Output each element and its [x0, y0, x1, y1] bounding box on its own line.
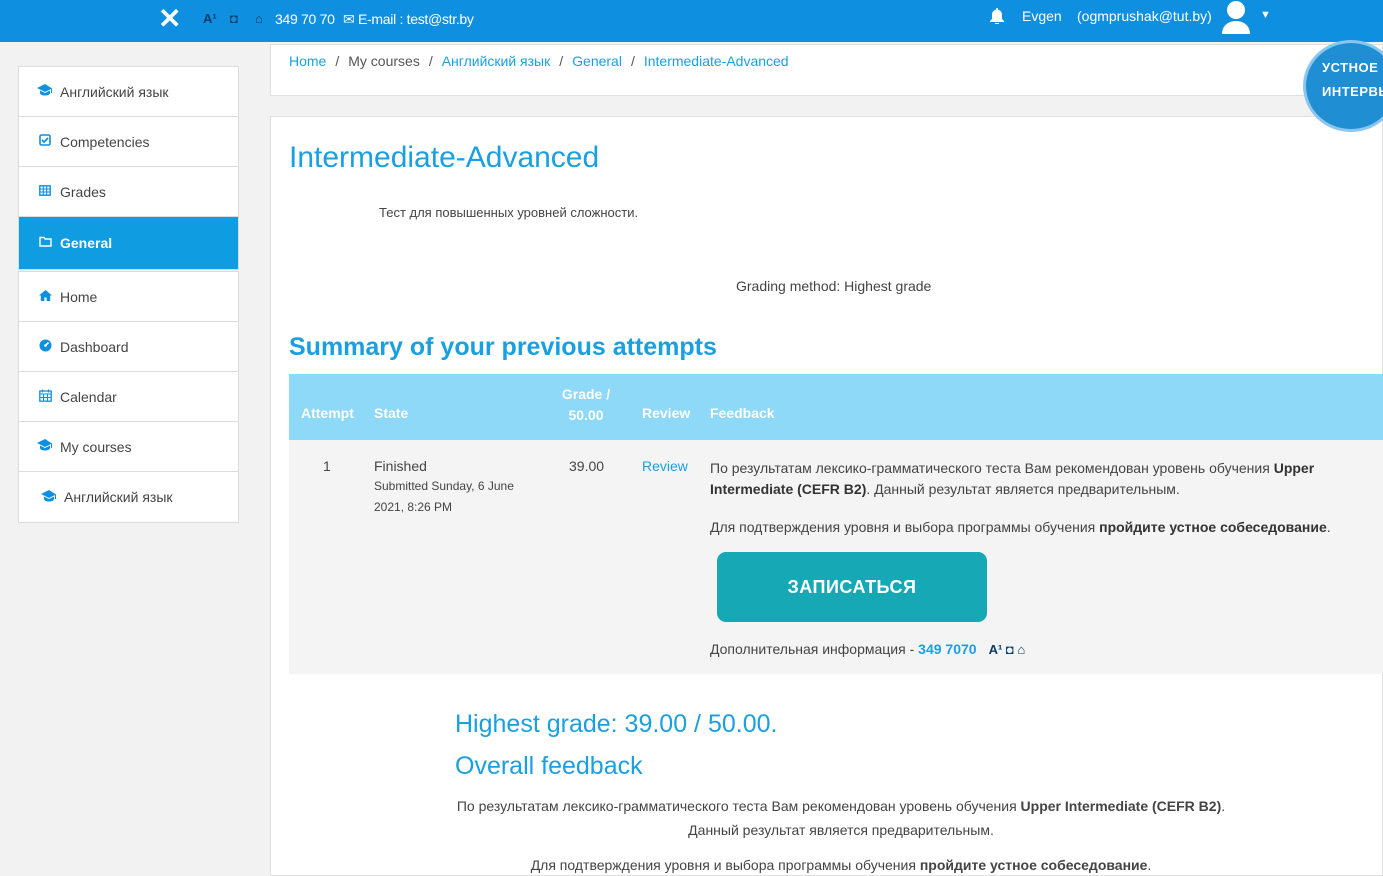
- overall-feedback-text: По результатам лексико-грамматического т…: [456, 798, 1226, 838]
- more-info-phone[interactable]: 349 7070: [918, 641, 976, 657]
- accessibility-image-icon[interactable]: ⌂: [255, 11, 263, 26]
- quiz-intro: Тест для повышенных уровней сложности.: [379, 205, 639, 220]
- table-icon: [37, 184, 53, 199]
- header-state: State: [374, 405, 409, 421]
- sidebar-item-label: Calendar: [60, 388, 117, 405]
- header-attempt: Attempt: [301, 405, 354, 421]
- breadcrumb-section[interactable]: General: [572, 53, 622, 69]
- sidebar-item-label: Competencies: [60, 133, 150, 150]
- sidebar-item-my-courses[interactable]: My courses: [19, 422, 238, 472]
- sidebar-item-course[interactable]: Английский язык: [19, 67, 238, 117]
- breadcrumb-card: Home / My courses / Английский язык / General /…: [270, 44, 1383, 96]
- sidebar-item-general[interactable]: General: [19, 217, 238, 269]
- sidebar-item-label: Английский язык: [60, 83, 169, 100]
- sidebar-course-nav: Английский язык Competencies Grades Gene…: [18, 66, 239, 270]
- overall-feedback-text-2: Для подтверждения уровня и выбора програ…: [530, 857, 1152, 873]
- sidebar-item-label: My courses: [60, 438, 132, 455]
- accessibility-font-icon[interactable]: A¹: [203, 11, 217, 26]
- sidebar-item-label: Английский язык: [64, 489, 173, 505]
- cell-attempt: 1: [323, 458, 331, 474]
- review-link[interactable]: Review: [642, 458, 688, 474]
- home-icon: [37, 289, 53, 304]
- submitted-date: Submitted Sunday, 6 June 2021, 8:26 PM: [374, 479, 514, 514]
- breadcrumb: Home / My courses / Английский язык / General /…: [289, 53, 789, 69]
- grading-method: Grading method: Highest grade: [736, 278, 932, 294]
- bell-icon[interactable]: [990, 8, 1004, 29]
- sidebar-item-calendar[interactable]: Calendar: [19, 372, 238, 422]
- top-bar: ✕ A¹ ◘ ⌂ 349 70 70 ✉ E-mail : test@str.b…: [0, 0, 1383, 42]
- sidebar-item-label: General: [60, 235, 113, 251]
- header-review: Review: [642, 405, 691, 421]
- topbar-phone[interactable]: 349 70 70: [275, 11, 335, 27]
- user-email[interactable]: (ogmprushak@tut.by): [1077, 8, 1212, 24]
- graduation-cap-icon: [41, 489, 57, 505]
- header-grade: Grade / 50.00: [561, 386, 611, 423]
- sidebar-site-nav: Home Dashboard Calendar My courses Англи…: [18, 271, 239, 523]
- header-feedback: Feedback: [710, 405, 775, 421]
- sidebar-item-dashboard[interactable]: Dashboard: [19, 322, 238, 372]
- sidebar-item-home[interactable]: Home: [19, 272, 238, 322]
- folder-icon: [37, 236, 53, 250]
- graduation-cap-icon: [37, 84, 53, 99]
- close-icon[interactable]: ✕: [158, 4, 181, 34]
- breadcrumb-home[interactable]: Home: [289, 53, 326, 69]
- calendar-icon: [37, 389, 53, 405]
- cell-feedback: По результатам лексико-грамматического т…: [710, 460, 1331, 535]
- user-avatar-icon[interactable]: [1220, 0, 1252, 36]
- main-content: Intermediate-Advanced Тест для повышенны…: [270, 116, 1383, 876]
- dashboard-icon: [37, 339, 53, 355]
- sidebar-item-label: Dashboard: [60, 338, 129, 355]
- cell-grade: 39.00: [569, 458, 605, 474]
- check-square-icon: [37, 134, 53, 149]
- cell-state: Finished Submitted Sunday, 6 June 2021, …: [374, 458, 514, 518]
- accessibility-contrast-icon[interactable]: ◘: [230, 11, 238, 26]
- breadcrumb-course[interactable]: Английский язык: [442, 53, 551, 69]
- topbar-email[interactable]: ✉ E-mail : test@str.by: [343, 11, 474, 28]
- accessibility-icons[interactable]: A¹ ◘ ⌂: [989, 642, 1026, 657]
- sidebar-item-course-sub[interactable]: Английский язык: [19, 472, 238, 522]
- summary-title: Summary of your previous attempts: [289, 333, 717, 361]
- breadcrumb-current[interactable]: Intermediate-Advanced: [644, 53, 789, 69]
- attempts-table-header: Attempt State Grade / 50.00 Review Feedb…: [289, 374, 1383, 440]
- more-info: Дополнительная информация - 349 7070 A¹ ◘…: [710, 641, 1026, 657]
- sidebar-item-label: Grades: [60, 183, 106, 200]
- chevron-down-icon[interactable]: ▼: [1260, 9, 1271, 21]
- sidebar-item-grades[interactable]: Grades: [19, 167, 238, 217]
- page-title: Intermediate-Advanced: [289, 141, 600, 174]
- highest-grade: Highest grade: 39.00 / 50.00.: [455, 710, 778, 738]
- graduation-cap-icon: [37, 439, 53, 454]
- overall-feedback-title: Overall feedback: [455, 752, 643, 780]
- sidebar-item-competencies[interactable]: Competencies: [19, 117, 238, 167]
- table-row: 1 Finished Submitted Sunday, 6 June 2021…: [289, 440, 1383, 674]
- breadcrumb-my-courses: My courses: [348, 53, 420, 69]
- enroll-button[interactable]: ЗАПИСАТЬСЯ: [717, 552, 987, 622]
- user-name[interactable]: Evgen: [1022, 8, 1062, 24]
- sidebar-item-label: Home: [60, 288, 98, 305]
